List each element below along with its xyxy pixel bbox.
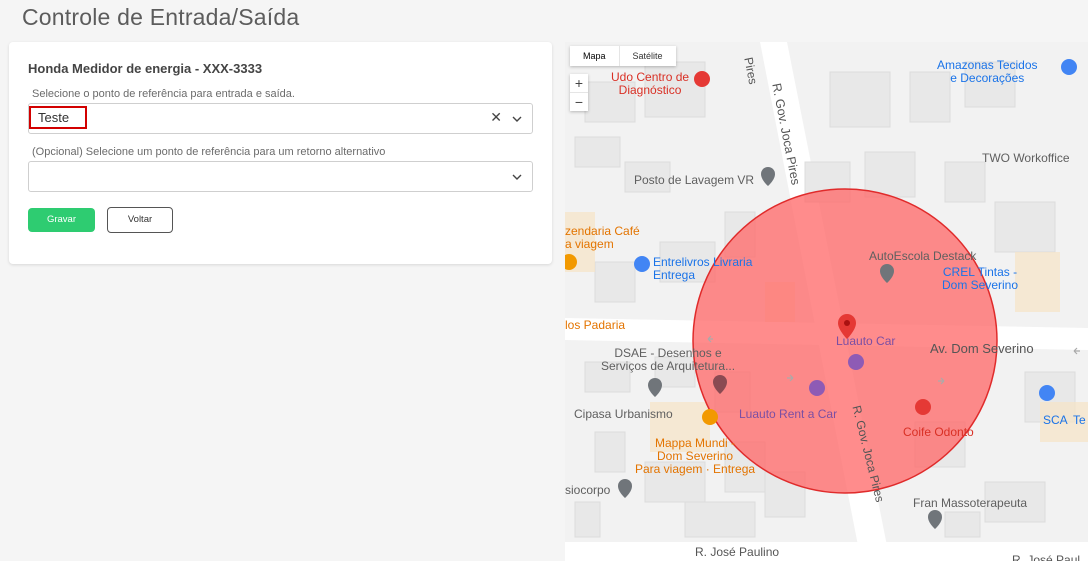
place-two-workoffice[interactable]: TWO Workoffice [982, 152, 1070, 165]
map-type-map[interactable]: Mapa [570, 46, 620, 66]
map-canvas [565, 42, 1088, 561]
place-crel[interactable]: CREL Tintas - Dom Severino [942, 266, 1018, 292]
reference-select[interactable]: Teste ✕ [28, 103, 533, 134]
back-button[interactable]: Voltar [107, 207, 173, 233]
place-amazonas[interactable]: Amazonas Tecidos e Decorações [937, 59, 1038, 85]
alternative-label: (Opcional) Selecione um ponto de referên… [32, 146, 386, 158]
reference-label: Selecione o ponto de referência para ent… [32, 88, 295, 100]
map-type-satellite[interactable]: Satélite [620, 46, 676, 66]
place-siocorpo[interactable]: siocorpo [565, 484, 610, 497]
map-type-control: Mapa Satélite [570, 46, 676, 66]
reference-value: Teste [29, 106, 87, 129]
place-sca[interactable]: SCA [1043, 414, 1068, 427]
place-sca-suffix: Te [1073, 413, 1086, 427]
street-dom-severino: Av. Dom Severino [930, 341, 1034, 356]
street-jose-paulino: R. José Paulino [695, 545, 780, 559]
place-dsae[interactable]: DSAE - Desenhos e Serviços de Arquitetura… [601, 347, 735, 373]
save-button[interactable]: Gravar [28, 208, 95, 232]
page-title: Controle de Entrada/Saída [22, 4, 300, 30]
chevron-down-icon[interactable] [512, 114, 522, 124]
map[interactable]: Mapa Satélite + − Pires R. Gov. Joca Pir… [565, 42, 1088, 561]
place-autoescola[interactable]: AutoEscola Destack [869, 250, 976, 263]
place-udo[interactable]: Udo Centro de Diagnóstico [611, 71, 689, 97]
zoom-in-button[interactable]: + [570, 74, 588, 93]
place-cipasa[interactable]: Cipasa Urbanismo [574, 408, 673, 421]
zoom-control: + − [570, 74, 588, 111]
place-padaria[interactable]: los Padaria [565, 319, 625, 332]
alternative-select[interactable] [28, 161, 533, 192]
place-cafe[interactable]: zendaria Café a viagem [565, 225, 640, 251]
place-mappa-mundi[interactable]: Mappa Mundi - Dom Severino Para viagem · E… [635, 437, 755, 476]
place-entrelivros[interactable]: Entrelivros Livraria Entrega [653, 256, 752, 282]
place-luauto-car[interactable]: Luauto Car [836, 335, 895, 348]
device-title: Honda Medidor de energia - XXX-3333 [28, 61, 263, 76]
street-jose-paulino-right: R. José Paul [1012, 553, 1081, 561]
place-coife[interactable]: Coife Odonto [903, 426, 974, 439]
place-fran[interactable]: Fran Massoterapeuta [913, 497, 1027, 510]
clear-icon[interactable]: ✕ [490, 109, 502, 126]
place-luauto-rent[interactable]: Luauto Rent a Car [739, 408, 837, 421]
zoom-out-button[interactable]: − [570, 93, 588, 111]
place-posto[interactable]: Posto de Lavagem VR [634, 174, 754, 187]
form-card: Honda Medidor de energia - XXX-3333 Sele… [9, 42, 552, 264]
chevron-down-icon[interactable] [512, 172, 522, 182]
